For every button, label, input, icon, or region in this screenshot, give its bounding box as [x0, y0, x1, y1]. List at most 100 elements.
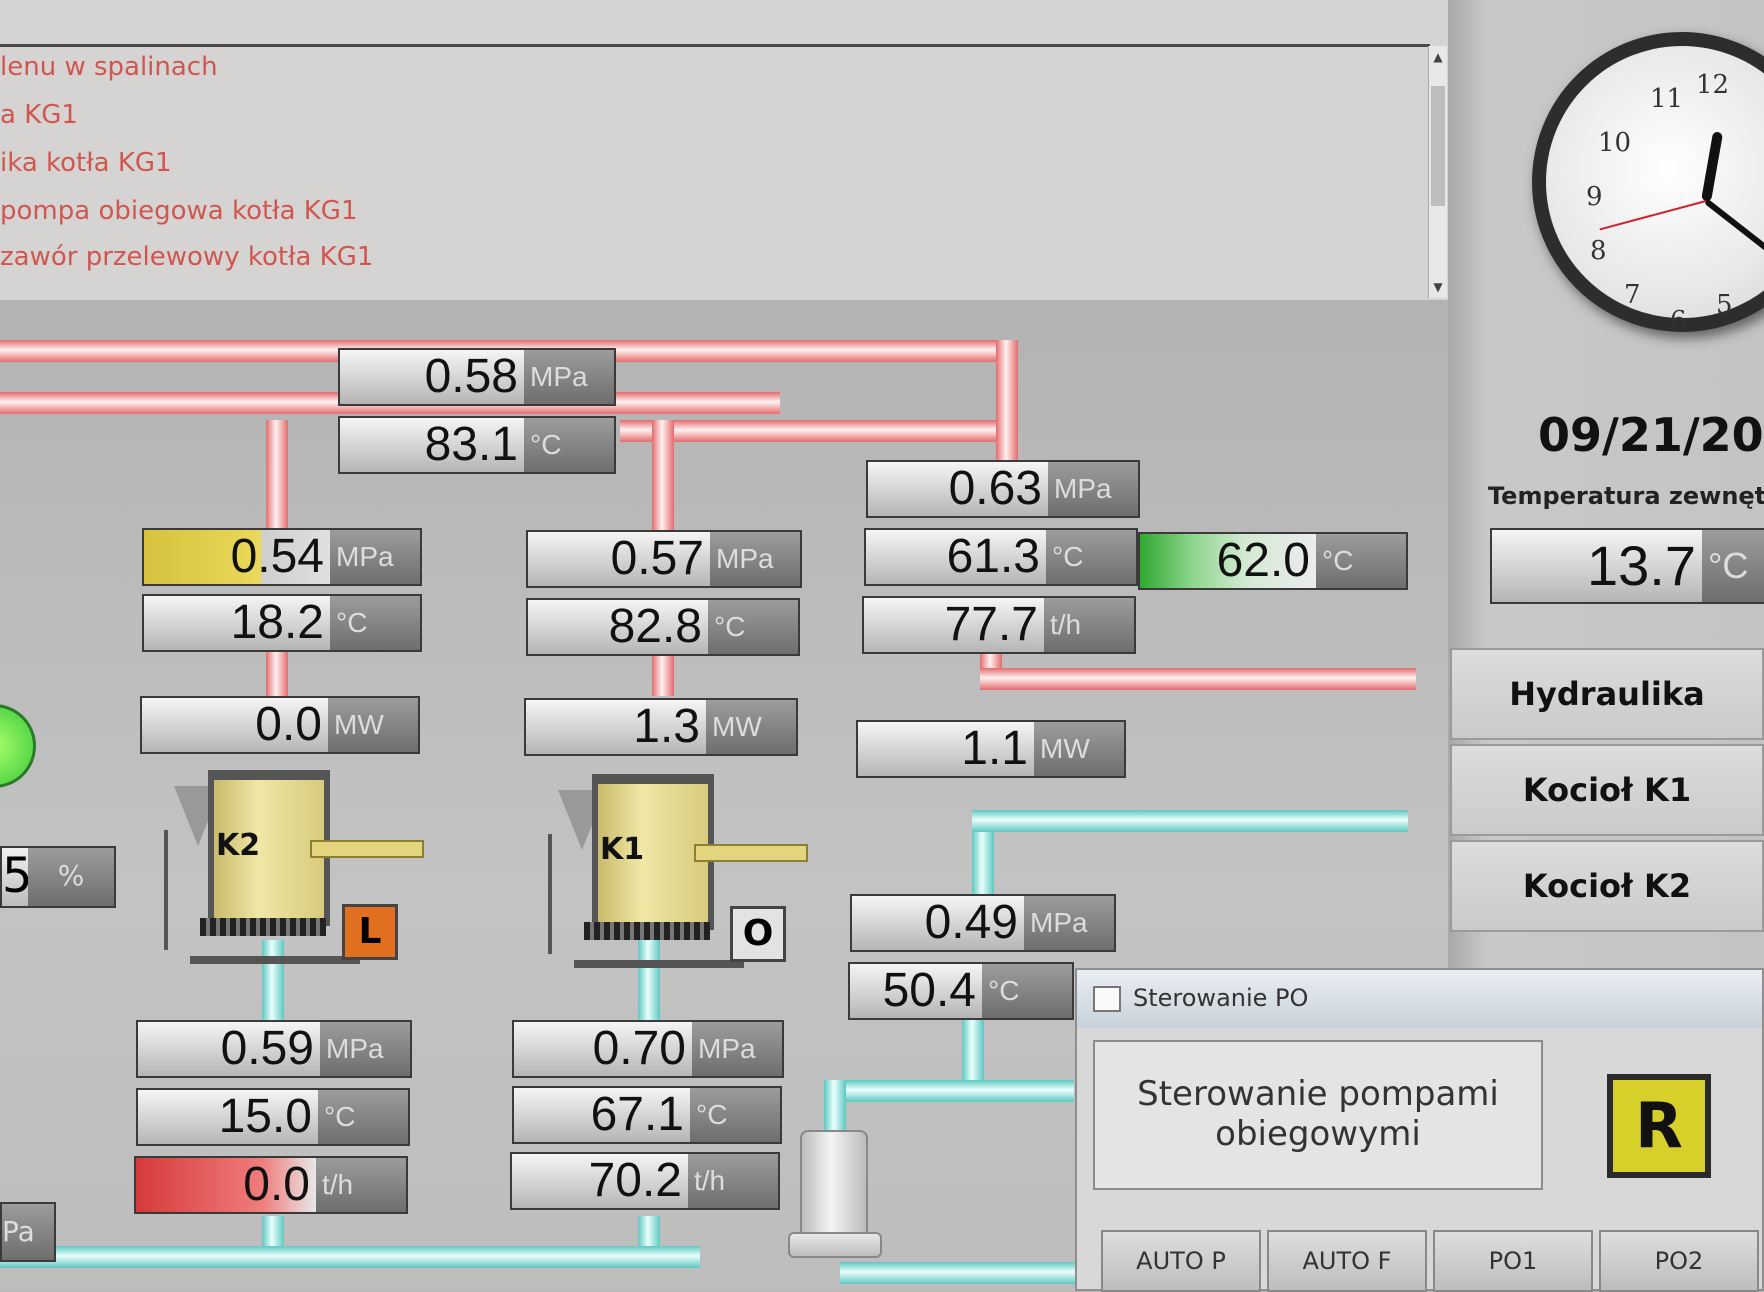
window-icon — [1093, 986, 1121, 1012]
unit: MW — [706, 700, 796, 754]
alarm-header-line — [0, 44, 1430, 47]
fuel-feeder-icon — [310, 840, 424, 858]
alarm-row[interactable]: pompa obiegowa kotła KG1 — [0, 196, 358, 226]
k2-return-temp-display: 15.0 °C — [136, 1088, 410, 1146]
unit: MPa — [710, 532, 800, 586]
value: 62.0 — [1140, 534, 1316, 588]
k1-temp-display: 82.8 °C — [526, 598, 800, 656]
value: 82.8 — [528, 600, 708, 654]
clock-number: 12 — [1696, 70, 1730, 100]
value: 13.7 — [1492, 530, 1702, 602]
nav-hydraulika-button[interactable]: Hydraulika — [1450, 648, 1764, 740]
k2-mode-button[interactable]: L — [342, 904, 398, 960]
unit: °C — [318, 1090, 408, 1144]
unit: °C — [982, 964, 1072, 1018]
clock-number: 9 — [1586, 182, 1603, 212]
dialog-description: Sterowanie pompami obiegowymi — [1093, 1040, 1543, 1190]
boiler-label: K2 — [216, 828, 261, 863]
value: 70.2 — [512, 1154, 688, 1208]
outside-temp-display: 13.7 °C — [1490, 528, 1764, 604]
scroll-down-icon[interactable]: ▼ — [1429, 278, 1447, 296]
return-pipe — [824, 1080, 846, 1134]
network-return-temp-display: 50.4 °C — [848, 962, 1074, 1020]
nav-kociol-k2-button[interactable]: Kocioł K2 — [1450, 840, 1764, 932]
nav-kociol-k1-button[interactable]: Kocioł K1 — [1450, 744, 1764, 836]
alarm-scrollbar[interactable]: ▲ ▼ — [1428, 46, 1447, 298]
alarm-list[interactable]: lenu w spalinach a KG1 ika kotła KG1 pom… — [0, 0, 1448, 303]
k2-power-display: 0.0 MW — [140, 696, 420, 754]
auto-f-button[interactable]: AUTO F — [1267, 1230, 1427, 1292]
scroll-thumb[interactable] — [1431, 86, 1445, 206]
k1-mode-button[interactable]: O — [730, 906, 786, 962]
value: 0.70 — [514, 1022, 692, 1076]
scroll-up-icon[interactable]: ▲ — [1429, 48, 1447, 66]
k1-pressure-display: 0.57 MPa — [526, 530, 802, 588]
network-flow-display: 77.7 t/h — [862, 596, 1136, 654]
value: 0.54 — [144, 530, 330, 584]
value: 5 — [2, 848, 28, 906]
unit: °C — [1702, 530, 1764, 602]
outside-temp-label: Temperatura zewnętrz — [1488, 482, 1764, 510]
unit: °C — [524, 418, 614, 472]
unit: °C — [330, 596, 420, 650]
k2-pressure-display: 0.54 MPa — [142, 528, 422, 586]
alarm-row[interactable]: a KG1 — [0, 100, 78, 130]
value: 77.7 — [864, 598, 1044, 652]
return-pipe — [840, 1262, 1080, 1284]
pump-control-dialog[interactable]: Sterowanie PO Sterowanie pompami obiegow… — [1075, 968, 1764, 1292]
header-temp-display: 83.1 °C — [338, 416, 616, 474]
fuel-feeder-icon — [694, 844, 808, 862]
header-pressure-display: 0.58 MPa — [338, 348, 616, 406]
auto-p-button[interactable]: AUTO P — [1101, 1230, 1261, 1292]
return-pipe — [824, 1080, 1074, 1102]
clock-number: 8 — [1590, 236, 1607, 266]
boiler-frame — [548, 834, 552, 954]
hot-supply-pipe — [620, 420, 1016, 442]
k1-return-temp-display: 67.1 °C — [512, 1086, 782, 1144]
clock-number: 10 — [1598, 128, 1632, 158]
hour-hand — [1701, 131, 1724, 202]
po2-button[interactable]: PO2 — [1599, 1230, 1759, 1292]
k2-return-pressure-display: 0.59 MPa — [136, 1020, 412, 1078]
k1-return-flow-display: 70.2 t/h — [510, 1152, 780, 1210]
hot-supply-pipe — [980, 668, 1416, 690]
clock-number: 5 — [1716, 290, 1733, 320]
boiler-base — [190, 956, 360, 964]
value: 0.49 — [852, 896, 1024, 950]
boiler-base — [574, 960, 744, 968]
clock-number: 7 — [1624, 280, 1641, 310]
po1-button[interactable]: PO1 — [1433, 1230, 1593, 1292]
alarm-row[interactable]: zawór przelewowy kotła KG1 — [0, 242, 373, 272]
hot-supply-pipe — [652, 420, 674, 530]
unit: t/h — [688, 1154, 778, 1208]
boiler-frame — [164, 830, 168, 950]
hot-supply-pipe — [266, 650, 288, 696]
unit: °C — [1046, 530, 1136, 584]
grate-icon — [200, 918, 326, 936]
value: 15.0 — [138, 1090, 318, 1144]
unit: MPa — [524, 350, 614, 404]
minute-hand — [1704, 198, 1764, 272]
unit: MPa — [1024, 896, 1114, 950]
unit: °C — [690, 1088, 780, 1142]
value: 50.4 — [850, 964, 982, 1018]
k1-power-display: 1.3 MW — [524, 698, 798, 756]
value: 0.0 — [142, 698, 328, 752]
boiler-label: K1 — [600, 832, 645, 867]
value: 0.59 — [138, 1022, 320, 1076]
mode-r-button[interactable]: R — [1607, 1074, 1711, 1178]
k2-return-flow-display: 0.0 t/h — [134, 1156, 408, 1214]
dialog-title: Sterowanie PO — [1133, 984, 1309, 1012]
second-hand — [1599, 200, 1707, 231]
network-setpoint-display[interactable]: 62.0 °C — [1138, 532, 1408, 590]
value: 0.58 — [340, 350, 524, 404]
unit: °C — [1316, 534, 1406, 588]
left-percent-display: 5 % — [0, 846, 116, 908]
alarm-row[interactable]: lenu w spalinach — [0, 52, 218, 82]
dialog-titlebar[interactable]: Sterowanie PO — [1077, 970, 1762, 1028]
grate-icon — [584, 922, 710, 940]
unit: MPa — [1048, 462, 1138, 516]
unit: t/h — [1044, 598, 1134, 652]
alarm-row[interactable]: ika kotła KG1 — [0, 148, 172, 178]
return-pipe — [0, 1246, 700, 1268]
